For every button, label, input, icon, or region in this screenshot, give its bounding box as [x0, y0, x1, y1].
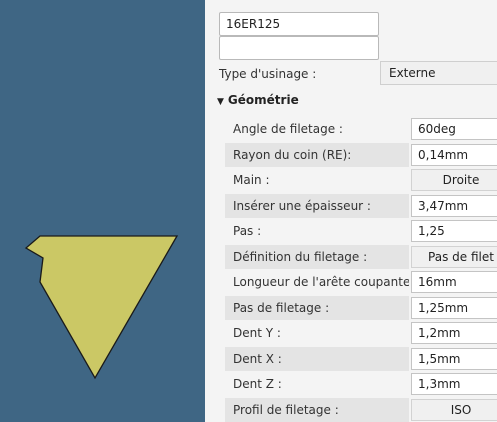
property-row: Définition du filetage : Pas de filet	[225, 245, 497, 269]
geometry-section-toggle[interactable]: ▼ Géométrie	[217, 93, 299, 107]
property-row: Insérer une épaisseur :3,47mm	[225, 194, 497, 218]
property-row: Profil de filetage : ISO	[225, 398, 497, 422]
machining-type-label: Type d'usinage :	[219, 67, 317, 81]
property-label: Rayon du coin (RE):	[225, 143, 409, 167]
property-input[interactable]: 1,25mm	[411, 297, 497, 319]
property-row: Rayon du coin (RE): 0,14mm	[225, 143, 497, 167]
property-input[interactable]: 3,47mm	[411, 195, 497, 217]
property-label: Dent X :	[225, 347, 409, 371]
property-row: Pas de filetage :1,25mm	[225, 296, 497, 320]
property-select[interactable]: Pas de filet	[411, 246, 497, 268]
geometry-section-title: Géométrie	[227, 93, 299, 107]
property-input[interactable]: 1,3mm	[411, 373, 497, 395]
property-label: Longueur de l'arête coupante (L):	[233, 275, 409, 289]
property-row: Main : Droite	[225, 168, 497, 192]
property-label: Angle de filetage :	[233, 122, 343, 136]
property-select[interactable]: ISO	[411, 399, 497, 421]
property-input[interactable]: 1,5mm	[411, 348, 497, 370]
property-row: Longueur de l'arête coupante (L):16mm	[225, 270, 497, 294]
property-label: Pas :	[233, 224, 262, 238]
property-input[interactable]: 0,14mm	[411, 144, 497, 166]
property-label: Dent Z :	[233, 377, 282, 391]
property-input[interactable]: 1,2mm	[411, 322, 497, 344]
tool-description-input[interactable]	[219, 36, 379, 60]
property-row: Dent Y : 1,2mm	[225, 321, 497, 345]
thread-insert-shape	[24, 235, 179, 380]
property-input[interactable]: 1,25	[411, 220, 497, 242]
property-label: Main :	[233, 173, 270, 187]
property-label: Profil de filetage :	[225, 398, 409, 422]
property-label: Insérer une épaisseur :	[225, 194, 409, 218]
collapse-arrow-icon: ▼	[217, 97, 224, 107]
property-label: Pas de filetage :	[225, 296, 409, 320]
property-row: Dent X :1,5mm	[225, 347, 497, 371]
properties-panel: 16ER125 Type d'usinage : Externe ▼ Géomét…	[205, 0, 497, 422]
property-row: Pas : 1,25	[225, 219, 497, 243]
3d-viewport[interactable]	[0, 0, 205, 422]
machining-type-select[interactable]: Externe	[380, 61, 497, 85]
tool-name-input[interactable]: 16ER125	[219, 12, 379, 36]
property-label: Définition du filetage :	[225, 245, 409, 269]
property-input[interactable]: 60deg	[411, 118, 497, 140]
insert-preview	[24, 235, 179, 380]
property-row: Angle de filetage : 60deg	[225, 117, 497, 141]
property-row: Dent Z : 1,3mm	[225, 372, 497, 396]
property-input[interactable]: 16mm	[411, 271, 497, 293]
property-label: Dent Y :	[233, 326, 281, 340]
property-select[interactable]: Droite	[411, 169, 497, 191]
